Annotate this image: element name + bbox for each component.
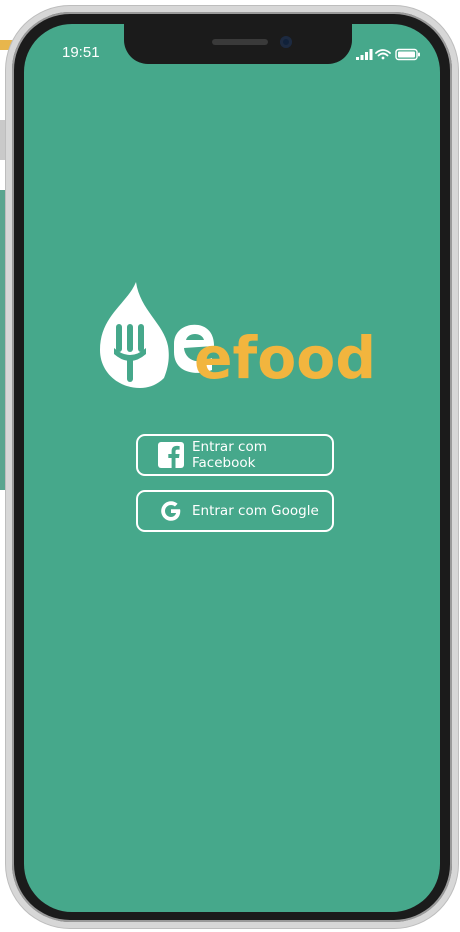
status-time: 19:51 (62, 44, 100, 61)
efood-logo: efood (94, 280, 378, 392)
front-camera (280, 36, 292, 48)
facebook-login-button[interactable]: Entrar com Facebook (136, 434, 334, 476)
signal-bars-icon (356, 49, 373, 60)
google-login-label: Entrar com Google (192, 503, 319, 519)
status-icons (356, 46, 422, 61)
leaf-icon (100, 282, 169, 388)
google-icon (158, 498, 184, 524)
wifi-icon (375, 49, 391, 60)
google-login-button[interactable]: Entrar com Google (136, 490, 334, 532)
facebook-login-label: Entrar com Facebook (192, 439, 267, 471)
logo-wordmark: efood (194, 324, 376, 392)
facebook-icon (158, 442, 184, 468)
earpiece-speaker (212, 39, 268, 45)
battery-icon (395, 48, 420, 61)
